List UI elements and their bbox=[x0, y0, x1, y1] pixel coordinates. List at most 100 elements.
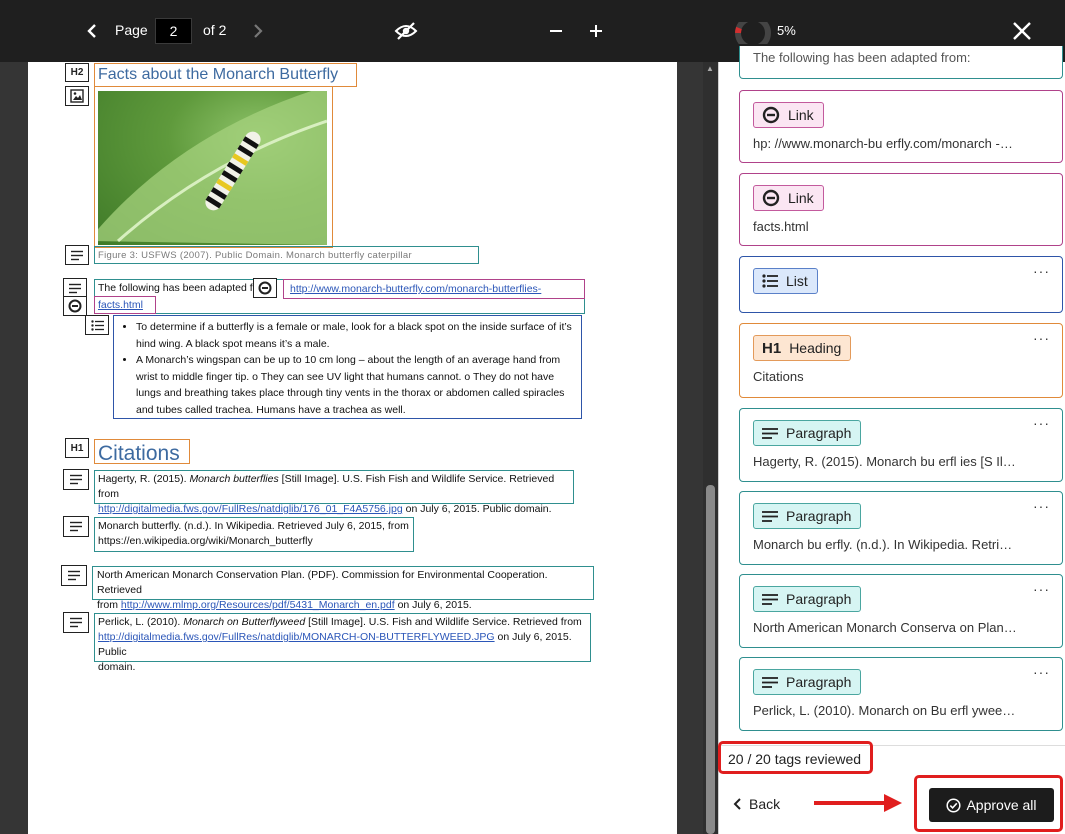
tag-type-label: Paragraph bbox=[786, 674, 852, 690]
highlight-reviewed-count bbox=[718, 741, 873, 774]
citation-1: Hagerty, R. (2015). Monarch butterflies … bbox=[98, 472, 572, 517]
tag-badge-link-2[interactable] bbox=[63, 296, 87, 316]
citation-2: Monarch butterfly. (n.d.). In Wikipedia.… bbox=[98, 519, 412, 549]
document-scrollbar-thumb[interactable] bbox=[706, 485, 715, 834]
citation-text: https://en.wikipedia.org/wiki/Monarch_bu… bbox=[98, 535, 313, 547]
chevron-right-icon bbox=[254, 24, 263, 38]
image-icon bbox=[70, 89, 84, 103]
tag-type-chip: Paragraph bbox=[753, 669, 862, 695]
zoom-in-button[interactable] bbox=[585, 20, 607, 42]
paragraph-icon bbox=[762, 593, 778, 605]
tag-badge-link-1[interactable] bbox=[253, 278, 277, 298]
tag-type-label: Link bbox=[788, 190, 814, 206]
approve-all-button[interactable]: Approve all bbox=[929, 788, 1054, 822]
list-icon bbox=[90, 319, 104, 331]
citation-text: on July 6, 2015. Public domain. bbox=[402, 503, 552, 515]
paragraph-icon bbox=[69, 283, 81, 293]
paragraph-icon bbox=[68, 570, 80, 581]
tag-card-partial[interactable]: The following has been adapted from: bbox=[739, 46, 1063, 79]
tag-type-label: Paragraph bbox=[786, 591, 852, 607]
tag-badge-paragraph-intro[interactable] bbox=[63, 278, 87, 298]
tag-card-paragraph-4[interactable]: Paragraph ··· Perlick, L. (2010). Monarc… bbox=[739, 657, 1063, 731]
paragraph-icon bbox=[71, 250, 83, 260]
close-button[interactable] bbox=[1009, 18, 1035, 44]
chevron-left-icon bbox=[733, 798, 741, 810]
tag-card-link-1[interactable]: Link hp: //www.monarch-bu erfly.com/mona… bbox=[739, 90, 1063, 163]
tag-card-link-2[interactable]: Link facts.html bbox=[739, 173, 1063, 246]
page-label: Page bbox=[115, 22, 148, 38]
more-options-icon[interactable]: ··· bbox=[1033, 498, 1050, 514]
tag-card-paragraph-1[interactable]: Paragraph ··· Hagerty, R. (2015). Monarc… bbox=[739, 408, 1063, 482]
figure-caption: Figure 3: USFWS (2007). Public Domain. M… bbox=[98, 250, 412, 261]
tag-card-list[interactable]: List ··· bbox=[739, 256, 1063, 313]
tag-badge-h1[interactable]: H1 bbox=[65, 438, 89, 458]
link-icon bbox=[762, 189, 780, 207]
back-label: Back bbox=[749, 796, 781, 812]
link-icon bbox=[68, 299, 82, 313]
tag-card-description: Monarch bu erfly. (n.d.). In Wikipedia. … bbox=[753, 537, 1013, 552]
tag-badge-citation-2[interactable] bbox=[63, 516, 89, 537]
scroll-up-arrow-icon[interactable]: ▲ bbox=[705, 64, 715, 74]
citation-text: from bbox=[97, 599, 121, 611]
citation-text: domain. bbox=[98, 661, 136, 673]
back-button[interactable]: Back bbox=[733, 796, 780, 812]
tag-card-description: Perlick, L. (2010). Monarch on Bu erfl y… bbox=[753, 703, 1016, 718]
citation-text: on July 6, 2015. bbox=[394, 599, 472, 611]
tag-badge-h2[interactable]: H2 bbox=[65, 63, 89, 82]
document-h2-title: Facts about the Monarch Butterfly bbox=[98, 66, 339, 83]
citation-text: Monarch butterfly. (n.d.). In Wikipedia.… bbox=[98, 520, 409, 532]
toggle-tags-visibility-button[interactable] bbox=[392, 19, 420, 43]
progress-gauge bbox=[733, 22, 773, 44]
tag-card-description: Citations bbox=[753, 369, 804, 384]
tag-card-heading[interactable]: H1 Heading ··· Citations bbox=[739, 323, 1063, 398]
bullet-list: To determine if a butterfly is a female … bbox=[118, 319, 578, 418]
tag-type-chip: List bbox=[753, 268, 818, 294]
tag-type-label: Link bbox=[788, 107, 814, 123]
page-number-input[interactable]: 2 bbox=[155, 18, 192, 44]
citation-text: Hagerty, R. (2015). bbox=[98, 473, 190, 485]
tag-badge-list[interactable] bbox=[85, 315, 109, 335]
plus-icon bbox=[590, 25, 602, 37]
heading-h1-icon: H1 bbox=[762, 339, 782, 357]
citation-link[interactable]: http://digitalmedia.fws.gov/FullRes/natd… bbox=[98, 631, 495, 643]
more-options-icon[interactable]: ··· bbox=[1033, 415, 1050, 431]
approve-all-label: Approve all bbox=[966, 797, 1037, 813]
tag-badge-citation-1[interactable] bbox=[63, 469, 89, 490]
tag-type-chip: H1 Heading bbox=[753, 335, 852, 361]
tag-outline-figure[interactable] bbox=[94, 86, 333, 248]
next-page-button[interactable] bbox=[248, 20, 268, 42]
more-options-icon[interactable]: ··· bbox=[1033, 263, 1050, 279]
link-url-line-2[interactable]: facts.html bbox=[98, 298, 143, 313]
citation-link[interactable]: http://www.mlmp.org/Resources/pdf/5431_M… bbox=[121, 599, 395, 611]
tag-type-chip: Paragraph bbox=[753, 586, 862, 612]
tag-badge-figure[interactable] bbox=[65, 86, 89, 106]
tag-type-chip: Paragraph bbox=[753, 503, 862, 529]
progress-percent: 5% bbox=[777, 23, 796, 38]
close-icon bbox=[1013, 22, 1031, 40]
tag-type-label: Heading bbox=[789, 340, 842, 356]
paragraph-icon bbox=[70, 617, 82, 628]
more-options-icon[interactable]: ··· bbox=[1033, 581, 1050, 597]
more-options-icon[interactable]: ··· bbox=[1033, 330, 1050, 346]
tag-type-label: Paragraph bbox=[786, 425, 852, 441]
tag-badge-caption[interactable] bbox=[65, 245, 89, 265]
minus-icon bbox=[550, 30, 562, 32]
tag-card-paragraph-2[interactable]: Paragraph ··· Monarch bu erfly. (n.d.). … bbox=[739, 491, 1063, 565]
tag-badge-citation-4[interactable] bbox=[63, 612, 89, 633]
paragraph-icon bbox=[762, 676, 778, 688]
citation-text: Perlick, L. (2010). bbox=[98, 616, 184, 628]
paragraph-icon bbox=[762, 510, 778, 522]
tag-card-description: The following has been adapted from: bbox=[753, 50, 971, 65]
prev-page-button[interactable] bbox=[82, 20, 102, 42]
link-url-line-1[interactable]: http://www.monarch-butterfly.com/monarch… bbox=[290, 282, 541, 297]
chevron-left-icon bbox=[87, 24, 96, 38]
link-icon bbox=[762, 106, 780, 124]
citation-link[interactable]: http://digitalmedia.fws.gov/FullRes/natd… bbox=[98, 503, 403, 515]
zoom-out-button[interactable] bbox=[545, 20, 567, 42]
tag-badge-citation-3[interactable] bbox=[61, 565, 87, 586]
tag-card-paragraph-3[interactable]: Paragraph ··· North American Monarch Con… bbox=[739, 574, 1063, 648]
more-options-icon[interactable]: ··· bbox=[1033, 664, 1050, 680]
paragraph-icon bbox=[70, 474, 82, 485]
citation-4: Perlick, L. (2010). Monarch on Butterfly… bbox=[98, 615, 588, 675]
red-arrow-annotation bbox=[814, 794, 902, 812]
